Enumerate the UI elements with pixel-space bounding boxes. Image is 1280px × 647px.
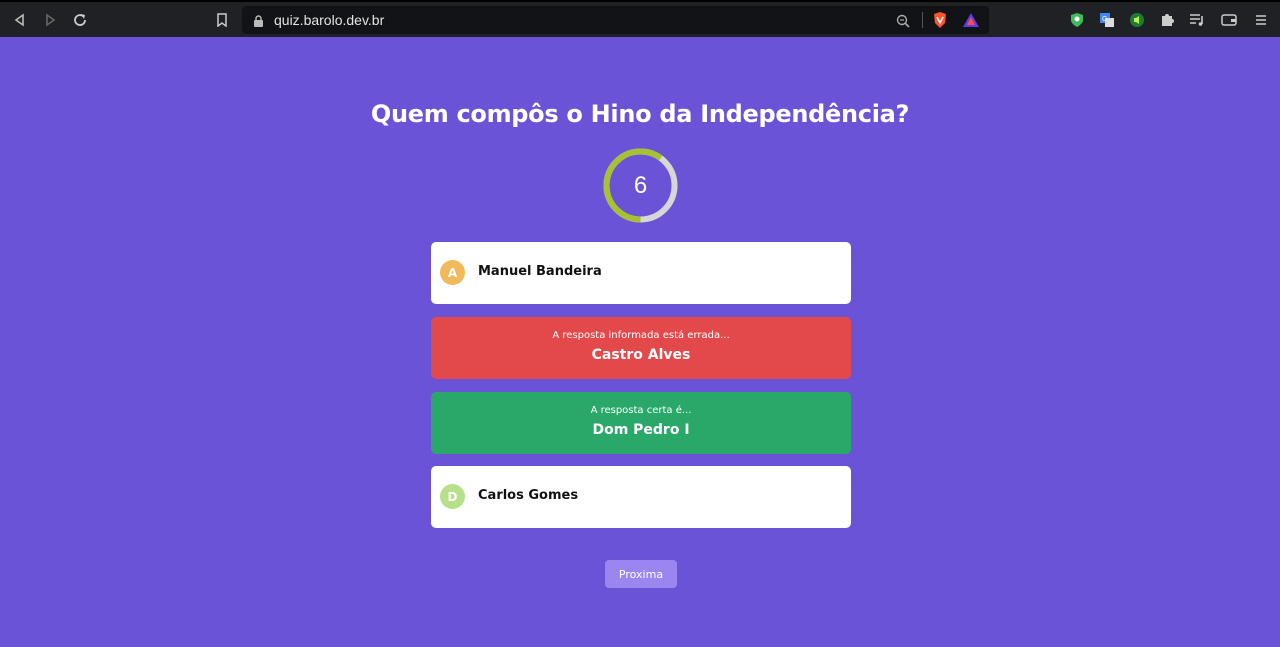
option-text: Castro Alves (591, 347, 691, 363)
question-title: Quem compôs o Hino da Independência? (370, 100, 910, 128)
answer-option-c-correct[interactable]: A resposta certa é... Dom Pedro I (431, 392, 851, 454)
option-text: Dom Pedro I (592, 422, 690, 438)
brave-shield-icon[interactable] (932, 11, 948, 33)
back-icon[interactable] (8, 8, 32, 32)
option-letter-badge: A (440, 260, 465, 285)
translate-extension-icon[interactable]: G (1098, 11, 1116, 29)
forward-icon[interactable] (38, 8, 62, 32)
reload-icon[interactable] (68, 8, 92, 32)
answer-option-d[interactable]: D Carlos Gomes (431, 466, 851, 528)
answer-option-b-wrong[interactable]: A resposta informada está errada... Cast… (431, 317, 851, 379)
brave-rewards-icon[interactable] (962, 12, 980, 32)
svg-text:G: G (1102, 16, 1107, 23)
address-bar[interactable]: quiz.barolo.dev.br (242, 6, 989, 34)
next-button[interactable]: Proxima (605, 560, 677, 588)
bookmark-icon[interactable] (210, 8, 234, 32)
wallet-icon[interactable] (1220, 11, 1238, 29)
audio-extension-icon[interactable] (1128, 11, 1146, 29)
zoom-icon[interactable] (896, 13, 910, 32)
answer-option-a[interactable]: A Manuel Bandeira (431, 242, 851, 304)
wrong-answer-message: A resposta informada está errada... (552, 330, 730, 341)
menu-icon[interactable] (1252, 11, 1270, 29)
url-text: quiz.barolo.dev.br (274, 12, 385, 28)
countdown-timer: 6 (602, 147, 679, 224)
media-playlist-icon[interactable] (1188, 11, 1206, 29)
correct-answer-message: A resposta certa é... (590, 405, 692, 416)
option-text: Manuel Bandeira (478, 264, 602, 279)
vpn-extension-icon[interactable] (1068, 11, 1086, 29)
divider (922, 12, 923, 28)
extensions-puzzle-icon[interactable] (1158, 11, 1176, 29)
option-letter-badge: D (440, 484, 465, 509)
lock-icon (253, 13, 264, 32)
browser-toolbar: quiz.barolo.dev.br G (0, 0, 1280, 37)
option-text: Carlos Gomes (478, 488, 579, 503)
timer-value: 6 (633, 171, 648, 199)
